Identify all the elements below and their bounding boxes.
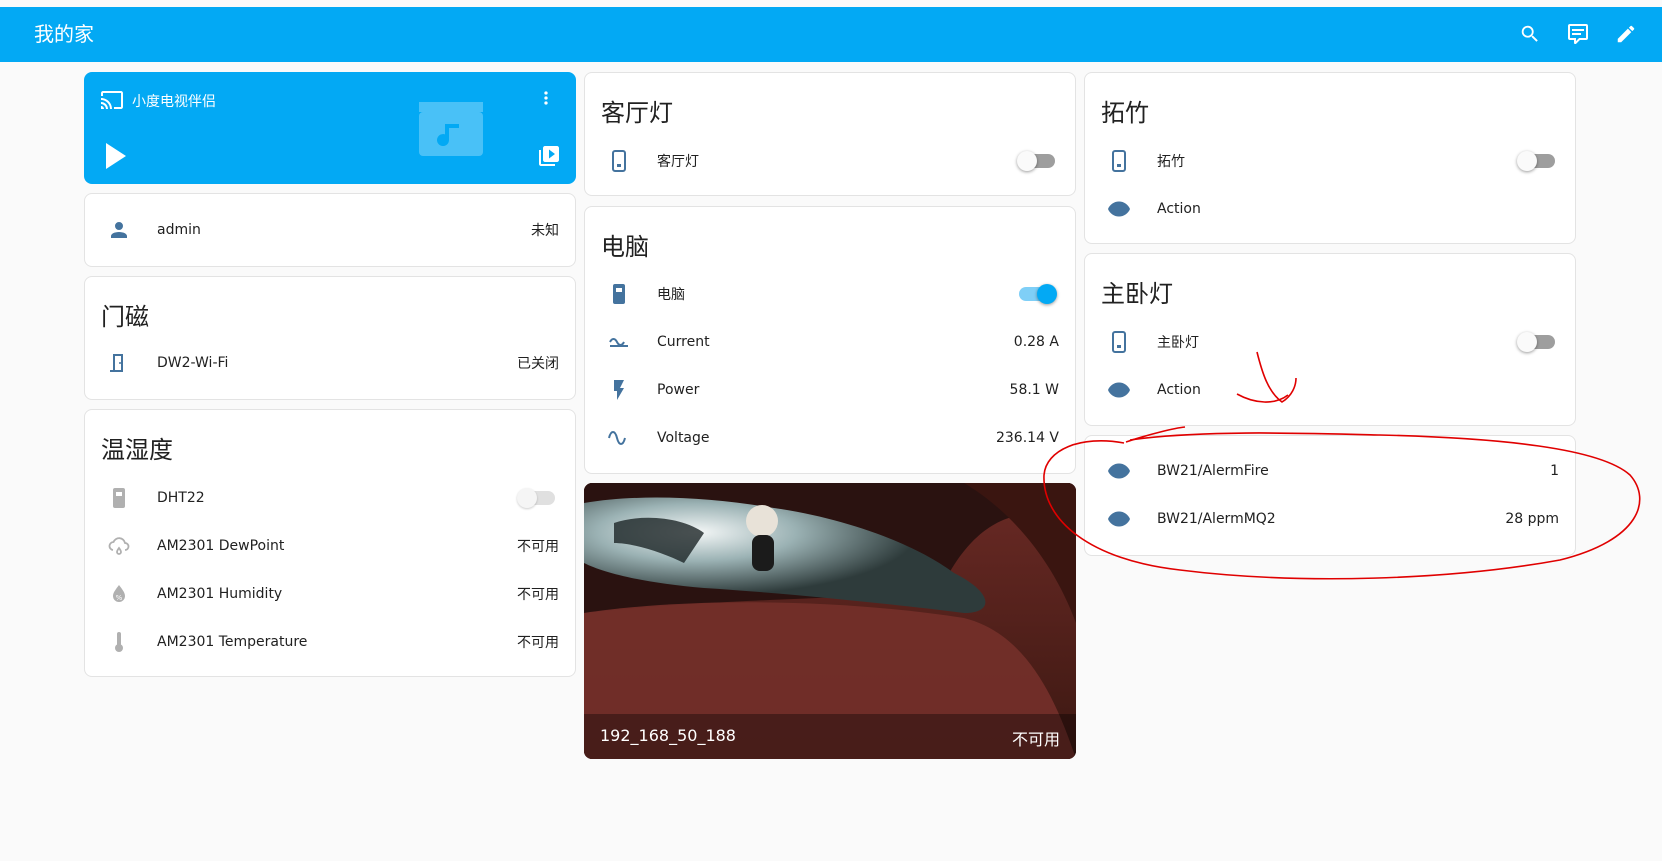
eye-icon (1103, 193, 1135, 225)
computer-row-state: 58.1 W (1009, 382, 1059, 398)
tuozhu-name: 拓竹 (1157, 154, 1185, 170)
bw21-sensor-card: BW21/AlermFire 1 BW21/AlermMQ2 28 ppm (1084, 435, 1576, 556)
master-light-card: 主卧灯 主卧灯 Action (1084, 253, 1576, 426)
master-light-toggle[interactable] (1517, 332, 1555, 352)
computer-row[interactable]: Current 0.28 A (585, 322, 1075, 362)
computer-row[interactable]: Voltage 236.14 V (585, 418, 1075, 458)
person-name: admin (157, 222, 201, 238)
master-light-row[interactable]: 主卧灯 (1085, 322, 1575, 362)
dashboard-title: 我的家 (34, 22, 94, 46)
door-sensor-card: 门磁 DW2-Wi-Fi 已关闭 (84, 276, 576, 400)
media-browse-icon[interactable] (537, 144, 561, 173)
computer-row[interactable]: Power 58.1 W (585, 370, 1075, 410)
dht22-toggle[interactable] (517, 488, 555, 508)
master-light-name: 主卧灯 (1157, 335, 1199, 351)
switch-device-icon (603, 145, 635, 177)
account-icon (103, 214, 135, 246)
climate-row[interactable]: % AM2301 Humidity 不可用 (85, 574, 575, 614)
person-card: admin 未知 (84, 193, 576, 267)
climate-row-state: 不可用 (517, 587, 559, 603)
door-entity-name: DW2-Wi-Fi (157, 355, 229, 371)
eye-icon (1103, 374, 1135, 406)
eye-icon (1103, 455, 1135, 487)
bw21-row[interactable]: BW21/AlermFire 1 (1085, 451, 1575, 491)
dewpoint-cloud-icon (103, 530, 135, 562)
tuozhu-action-name: Action (1157, 201, 1201, 217)
computer-toggle[interactable] (1019, 284, 1057, 304)
tuozhu-card: 拓竹 拓竹 Action (1084, 72, 1576, 244)
climate-row[interactable]: DHT22 (85, 478, 575, 518)
camera-footer: 192_168_50_188 不可用 (584, 714, 1076, 759)
sine-wave-icon (603, 422, 635, 454)
media-player-card[interactable]: 小度电视伴侣 (84, 72, 576, 184)
switch-device-icon (1103, 326, 1135, 358)
climate-row-state: 不可用 (517, 635, 559, 651)
tuozhu-action-row[interactable]: Action (1085, 189, 1575, 229)
camera-state: 不可用 (1011, 730, 1060, 749)
climate-row-state: 不可用 (517, 539, 559, 555)
camera-name: 192_168_50_188 (600, 726, 736, 745)
eye-icon (1103, 503, 1135, 535)
door-sensor-row[interactable]: DW2-Wi-Fi 已关闭 (85, 343, 575, 383)
living-room-light-card: 客厅灯 客厅灯 (584, 72, 1076, 196)
humidity-drop-icon: % (103, 578, 135, 610)
door-state: 已关闭 (517, 356, 559, 372)
computer-row-name: Voltage (657, 430, 710, 446)
bw21-row-state: 1 (1550, 463, 1559, 479)
card-title: 温湿度 (101, 436, 173, 464)
climate-row-name: AM2301 DewPoint (157, 538, 285, 554)
computer-row-name: 电脑 (657, 287, 685, 303)
flash-icon (603, 374, 635, 406)
computer-row-name: Power (657, 382, 700, 398)
computer-row-state: 236.14 V (995, 430, 1059, 446)
computer-row-name: Current (657, 334, 710, 350)
play-icon[interactable] (104, 142, 128, 175)
search-icon[interactable] (1516, 20, 1544, 48)
card-title: 客厅灯 (601, 99, 673, 127)
camera-card[interactable]: 192_168_50_188 不可用 (584, 483, 1076, 759)
climate-row-name: AM2301 Humidity (157, 586, 283, 602)
person-row[interactable]: admin 未知 (85, 210, 575, 250)
cast-icon (100, 88, 124, 117)
living-light-name: 客厅灯 (657, 154, 699, 170)
climate-row-name: DHT22 (157, 490, 205, 506)
movie-music-icon (419, 102, 483, 161)
master-action-name: Action (1157, 382, 1201, 398)
bw21-row[interactable]: BW21/AlermMQ2 28 ppm (1085, 499, 1575, 539)
computer-row-state: 0.28 A (1013, 334, 1059, 350)
plug-device-icon (603, 278, 635, 310)
bw21-row-state: 28 ppm (1505, 511, 1559, 527)
tuozhu-row[interactable]: 拓竹 (1085, 141, 1575, 181)
door-closed-icon (103, 347, 135, 379)
thermometer-icon (103, 626, 135, 658)
card-title: 门磁 (101, 303, 149, 331)
edit-pencil-icon[interactable] (1612, 20, 1640, 48)
current-ac-icon (603, 326, 635, 358)
computer-card: 电脑 电脑 Current 0.28 A Power 58.1 W Voltag… (584, 206, 1076, 474)
bw21-row-name: BW21/AlermFire (1157, 463, 1269, 479)
bw21-row-name: BW21/AlermMQ2 (1157, 511, 1276, 527)
climate-row[interactable]: AM2301 DewPoint 不可用 (85, 526, 575, 566)
tuozhu-toggle[interactable] (1517, 151, 1555, 171)
living-light-toggle[interactable] (1017, 151, 1055, 171)
computer-row[interactable]: 电脑 (585, 274, 1075, 314)
media-player-name: 小度电视伴侣 (132, 94, 216, 110)
switch-device-icon (1103, 145, 1135, 177)
living-light-row[interactable]: 客厅灯 (585, 141, 1075, 181)
svg-text:%: % (116, 594, 123, 602)
climate-row[interactable]: AM2301 Temperature 不可用 (85, 622, 575, 662)
top-app-bar: 我的家 (0, 7, 1662, 62)
climate-row-name: AM2301 Temperature (157, 634, 308, 650)
assist-chat-icon[interactable] (1564, 20, 1592, 48)
climate-card: 温湿度 DHT22 AM2301 DewPoint 不可用 % AM2301 H… (84, 409, 576, 677)
person-state: 未知 (531, 223, 559, 239)
card-title: 电脑 (601, 233, 649, 261)
master-action-row[interactable]: Action (1085, 370, 1575, 410)
card-title: 拓竹 (1101, 99, 1149, 127)
card-title: 主卧灯 (1101, 280, 1173, 308)
thermostat-device-icon (103, 482, 135, 514)
more-menu-icon[interactable] (536, 86, 556, 110)
